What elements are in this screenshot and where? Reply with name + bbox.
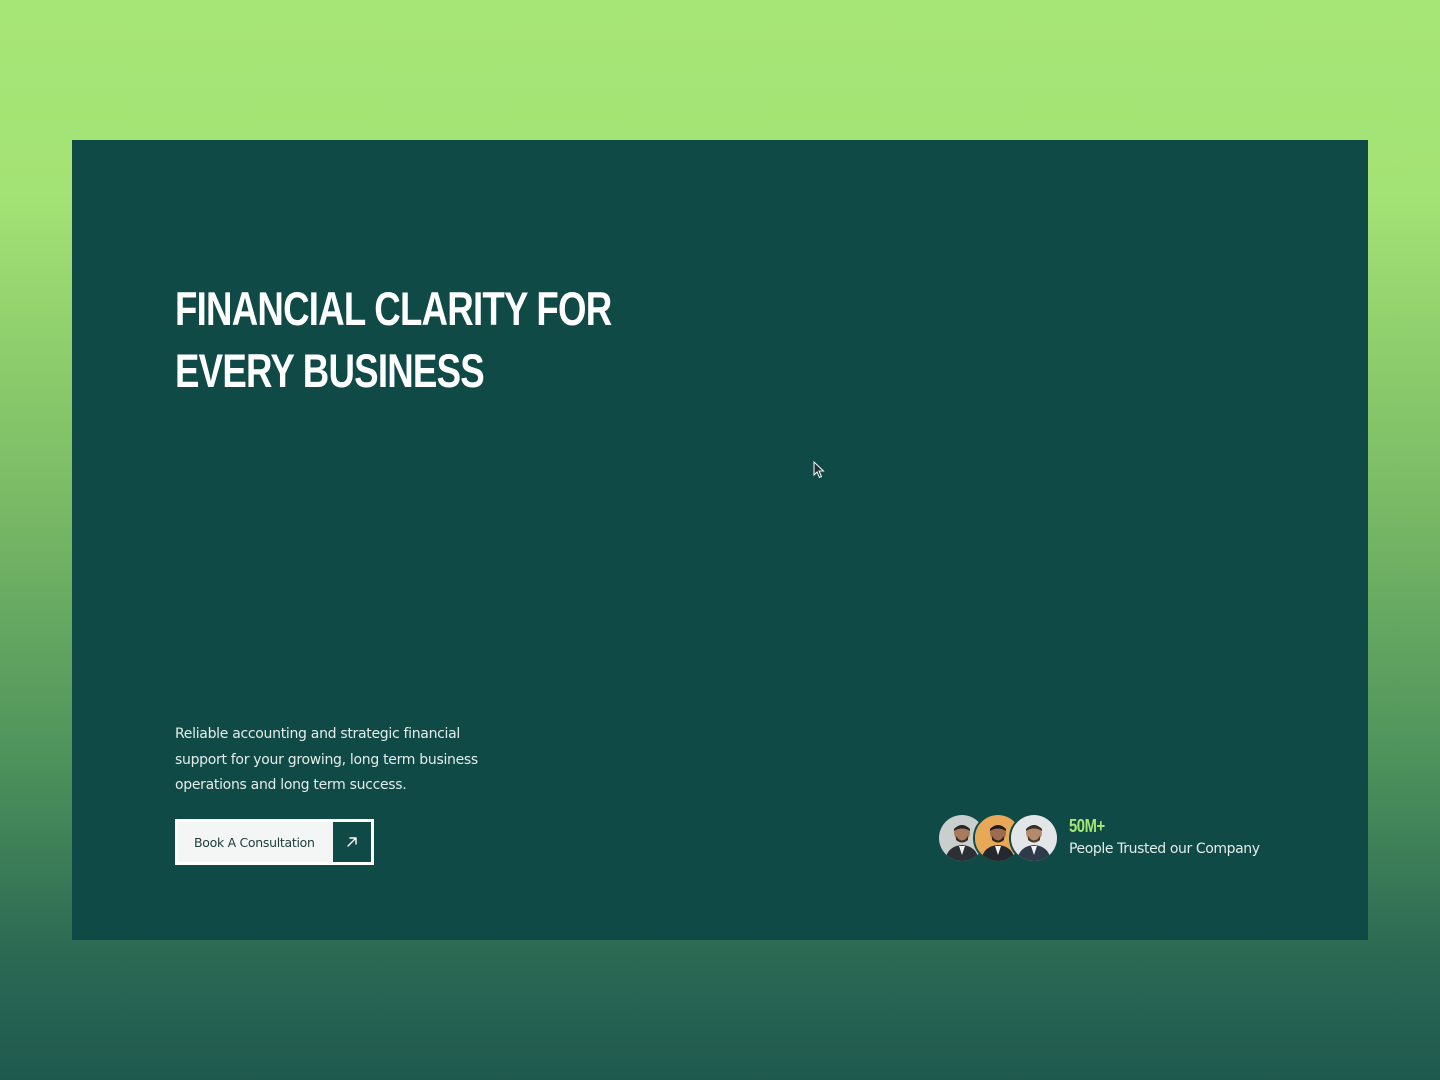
hero-title: FINANCIAL CLARITY FOR EVERY BUSINESS [175, 278, 612, 402]
trust-label: People Trusted our Company [1069, 841, 1260, 857]
hero-title-line-2: EVERY BUSINESS [175, 344, 485, 397]
avatar [1009, 813, 1059, 863]
arrow-up-right-icon [333, 822, 371, 862]
hero-section: FINANCIAL CLARITY FOR EVERY BUSINESS Rel… [72, 140, 1368, 940]
book-consultation-button[interactable]: Book A Consultation [175, 819, 374, 865]
trust-count: 50M+ [1069, 816, 1105, 836]
hero-title-line-1: FINANCIAL CLARITY FOR [175, 282, 612, 335]
trust-indicator: 50M+ People Trusted our Company [937, 813, 1260, 863]
avatar-group [937, 813, 1059, 863]
mouse-pointer-icon [813, 460, 825, 479]
trust-text: 50M+ People Trusted our Company [1069, 815, 1260, 861]
book-consultation-label: Book A Consultation [194, 834, 315, 850]
hero-description: Reliable accounting and strategic financ… [175, 726, 478, 793]
